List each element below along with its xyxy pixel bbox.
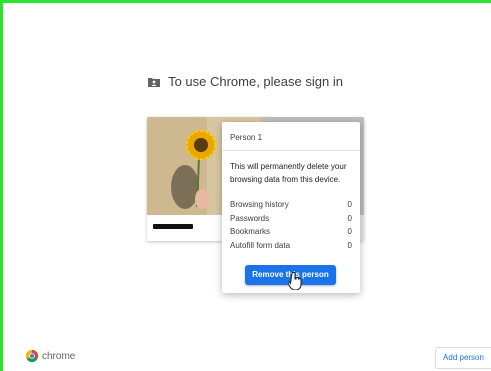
dialog-title: Person 1 bbox=[230, 133, 263, 142]
stat-passwords: Passwords 0 bbox=[230, 212, 352, 226]
dialog-message: This will permanently delete your browsi… bbox=[230, 162, 347, 184]
profile-folder-icon bbox=[148, 77, 161, 87]
profile-name-redacted bbox=[153, 224, 193, 229]
remove-person-dialog: Person 1 This will permanently delete yo… bbox=[222, 122, 360, 293]
stat-label: Browsing history bbox=[230, 200, 289, 209]
stat-value: 0 bbox=[347, 227, 352, 236]
dialog-divider bbox=[222, 150, 360, 151]
chrome-wordmark: chrome bbox=[42, 350, 76, 362]
hand-cursor-icon bbox=[288, 272, 302, 290]
stat-value: 0 bbox=[347, 200, 352, 209]
stat-label: Bookmarks bbox=[230, 227, 271, 236]
stat-browsing-history: Browsing history 0 bbox=[230, 198, 352, 212]
stat-value: 0 bbox=[347, 213, 352, 223]
stat-label: Autofill form data bbox=[230, 240, 291, 250]
chrome-logo-icon bbox=[26, 350, 38, 362]
stat-value: 0 bbox=[347, 240, 352, 250]
sign-in-header: To use Chrome, please sign in bbox=[0, 74, 491, 89]
chrome-branding: chrome bbox=[26, 350, 75, 362]
stat-bookmarks: Bookmarks 0 bbox=[230, 225, 352, 239]
page-title: To use Chrome, please sign in bbox=[168, 74, 343, 89]
browsing-data-stats: Browsing history 0 Passwords 0 Bookmarks… bbox=[230, 198, 352, 252]
stat-label: Passwords bbox=[230, 213, 270, 223]
add-person-button[interactable]: Add person bbox=[435, 347, 491, 369]
stat-autofill: Autofill form data 0 bbox=[230, 239, 352, 253]
